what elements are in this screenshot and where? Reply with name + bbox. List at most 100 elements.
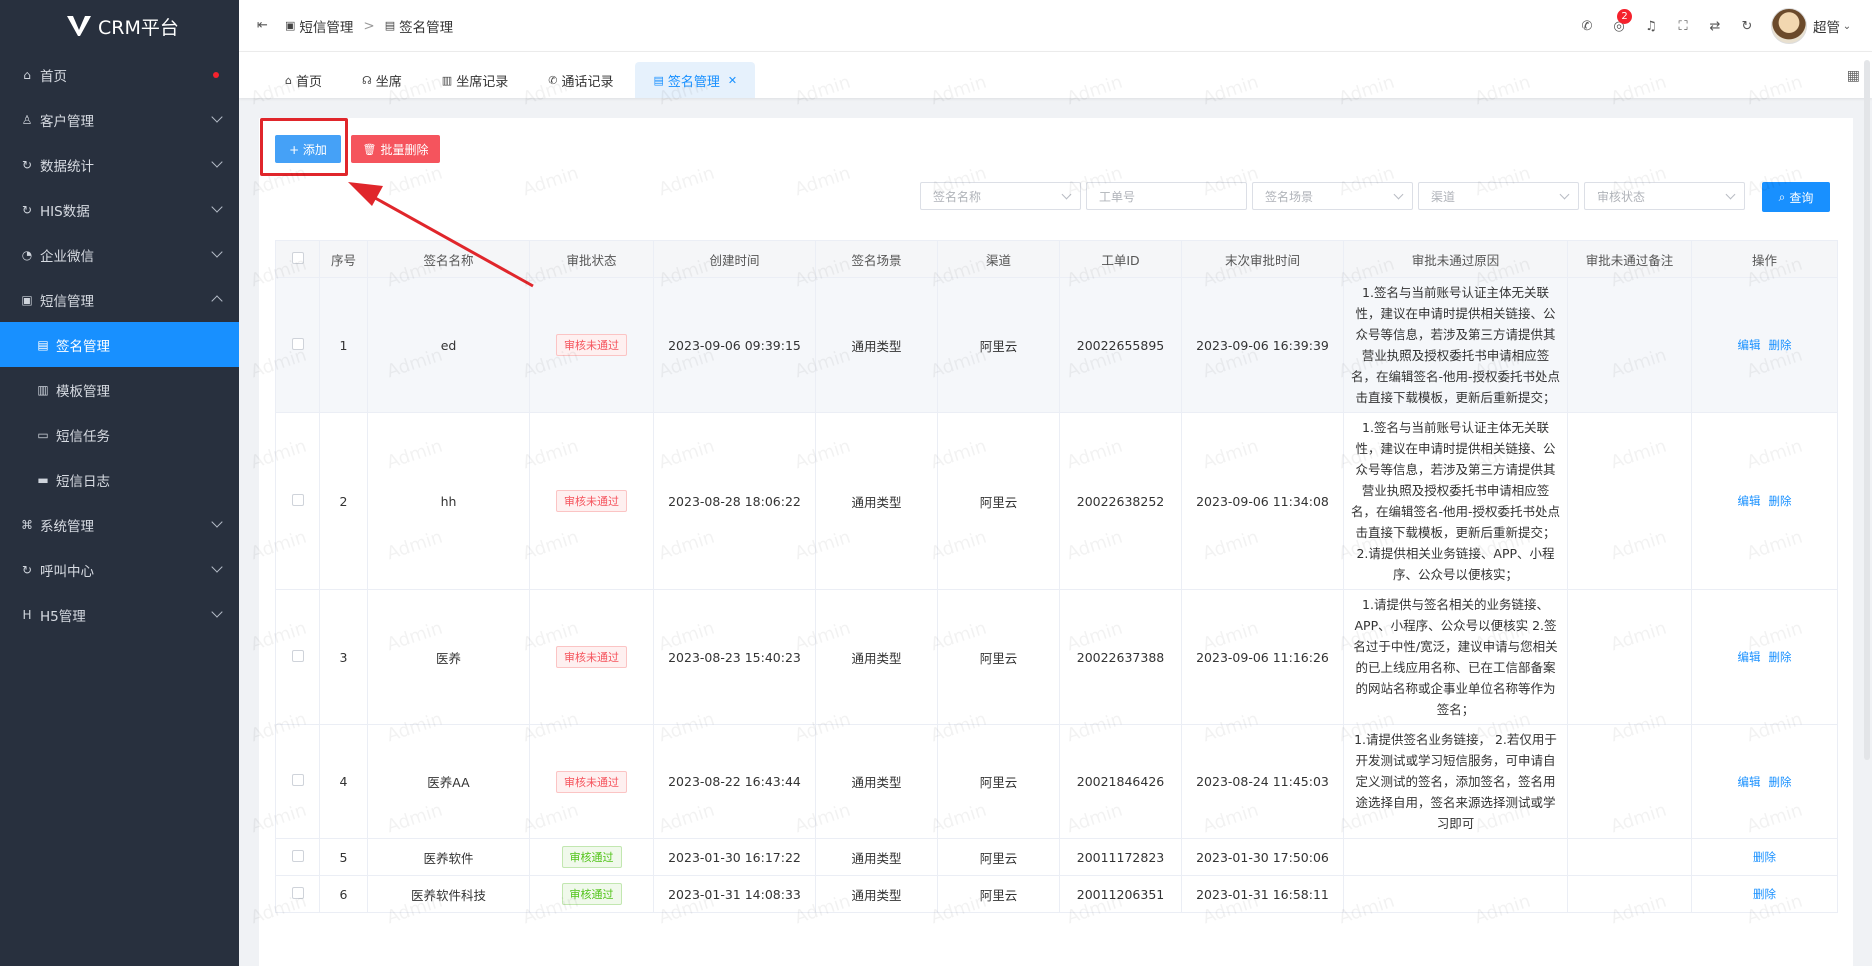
- row-index: 5: [339, 849, 348, 865]
- created-time: 2023-08-22 16:43:44: [668, 774, 801, 789]
- row-checkbox[interactable]: [291, 493, 304, 506]
- checkbox-cell: [275, 412, 320, 590]
- signature-name-select[interactable]: 签名名称: [920, 182, 1081, 210]
- fullscreen-icon[interactable]: ⛶: [1667, 19, 1699, 34]
- tab-label: 坐席记录: [456, 74, 509, 90]
- delete-link[interactable]: 删除: [1769, 494, 1792, 508]
- column-header: 签名场景: [815, 240, 938, 278]
- placeholder: 审核状态: [1597, 189, 1646, 204]
- sidebar-item[interactable]: ⌘ 系统管理: [0, 502, 239, 547]
- tab-label: 签名管理: [667, 74, 720, 90]
- delete-link[interactable]: 删除: [1753, 887, 1776, 901]
- delete-link[interactable]: 删除: [1769, 775, 1792, 789]
- reason-cell: 1.请提供与签名相关的业务链接、APP、小程序、公众号以便核实 2.签名过于中性…: [1343, 589, 1568, 725]
- actions-cell: 删除: [1691, 838, 1838, 876]
- sidebar-item[interactable]: H H5管理: [0, 592, 239, 637]
- app-logo[interactable]: CRM平台: [0, 0, 239, 52]
- chevron-up-icon: [211, 295, 223, 307]
- reason-cell: [1343, 838, 1568, 876]
- edit-link[interactable]: 编辑: [1738, 338, 1761, 352]
- sidebar-item[interactable]: ◔ 企业微信: [0, 232, 239, 277]
- batch-delete-button[interactable]: 🗑 批量删除: [351, 135, 440, 163]
- column-header: 序号: [319, 240, 368, 278]
- channel-select[interactable]: 渠道: [1418, 182, 1579, 210]
- page-scrollbar[interactable]: [1864, 60, 1870, 760]
- sidebar-item[interactable]: ▣ 短信管理: [0, 277, 239, 322]
- sidebar-item[interactable]: ↻ HIS数据: [0, 187, 239, 232]
- name-cell: 医养软件: [367, 838, 530, 876]
- avatar[interactable]: [1771, 8, 1807, 44]
- reason-cell: 1.签名与当前账号认证主体无关联性，建议在申请时提供相关链接、公众号等信息，若涉…: [1343, 277, 1568, 413]
- breadcrumb-item[interactable]: 短信管理: [299, 16, 353, 36]
- signature-scene: 通用类型: [851, 650, 902, 666]
- sidebar-item[interactable]: ▤ 签名管理: [0, 322, 239, 367]
- created-time: 2023-08-23 15:40:23: [668, 649, 801, 665]
- table-row[interactable]: 3 医养 审核未通过 2023-08-23 15:40:23 通用类型 阿里云 200226…: [275, 589, 1838, 725]
- row-checkbox[interactable]: [291, 337, 304, 350]
- chevron-down-icon[interactable]: ⌄: [1840, 21, 1854, 32]
- name-cell: hh: [367, 412, 530, 590]
- username[interactable]: 超管: [1813, 16, 1840, 36]
- refresh-icon[interactable]: ↻: [1731, 19, 1763, 34]
- status-badge: 审核通过: [561, 846, 622, 868]
- ticket-cell: 20011172823: [1059, 838, 1182, 876]
- sidebar-item-label: 客户管理: [40, 113, 94, 130]
- remark-cell: [1567, 277, 1692, 413]
- notification-icon[interactable]: ◎ 2: [1603, 8, 1635, 34]
- row-checkbox[interactable]: [291, 774, 304, 786]
- signature-table: 序号 签名名称 审批状态 创建时间 签名场景 渠道 工单ID 末次审批时间 审批…: [275, 240, 1838, 913]
- edit-link[interactable]: 编辑: [1738, 494, 1761, 508]
- phone-icon[interactable]: ✆: [1571, 19, 1603, 34]
- sidebar-item[interactable]: ♙ 客户管理: [0, 97, 239, 142]
- sidebar-item[interactable]: ↻ 数据统计: [0, 142, 239, 187]
- sidebar-item[interactable]: ↻ 呼叫中心: [0, 547, 239, 592]
- tab-signature-management[interactable]: ▤ 签名管理 ✕: [635, 62, 756, 98]
- tab-agent-records[interactable]: ▥ 坐席记录: [424, 62, 526, 98]
- logo-icon: [66, 14, 92, 38]
- channel: 阿里云: [979, 775, 1018, 790]
- breadcrumb: ▣ 短信管理 > ▤ 签名管理: [285, 16, 453, 36]
- signature-scene: 通用类型: [851, 494, 902, 510]
- ticket-id: 20011172823: [1076, 849, 1165, 865]
- table-row[interactable]: 1 ed 审核未通过 2023-09-06 09:39:15 通用类型 阿里云 200226…: [275, 277, 1838, 413]
- table-row[interactable]: 5 医养软件 审核通过 2023-01-30 16:17:22 通用类型 阿里云 20011…: [275, 838, 1838, 876]
- checkbox-cell: [275, 724, 320, 839]
- checkbox-cell: [275, 838, 320, 876]
- delete-link[interactable]: 删除: [1753, 850, 1776, 864]
- translate-icon[interactable]: ⇄: [1699, 19, 1731, 34]
- edit-link[interactable]: 编辑: [1738, 775, 1761, 789]
- sidebar: CRM平台 ⌂ 首页 ♙ 客户管理 ↻ 数据统计 ↻ HIS数据 ◔ 企业微信 ▣ 短信管理 ▤ 签名管理…: [0, 0, 239, 966]
- delete-link[interactable]: 删除: [1769, 338, 1792, 352]
- table-row[interactable]: 4 医养AA 审核未通过 2023-08-22 16:43:44 通用类型 阿里云 2002…: [275, 724, 1838, 839]
- sidebar-item-label: 签名管理: [56, 338, 110, 355]
- row-checkbox[interactable]: [291, 849, 304, 862]
- sidebar-item[interactable]: ▥ 模板管理: [0, 367, 239, 412]
- h5-icon: H: [22, 607, 32, 622]
- menu-fold-icon[interactable]: ⇤: [257, 18, 271, 33]
- signature-name: 医养软件科技: [410, 887, 486, 903]
- actions-cell: 删除: [1691, 875, 1838, 913]
- grid-icon[interactable]: ▦: [1847, 68, 1860, 84]
- signature-scene: 通用类型: [851, 338, 902, 354]
- bell-icon[interactable]: ♫: [1635, 19, 1667, 34]
- delete-link[interactable]: 删除: [1769, 650, 1792, 664]
- query-button[interactable]: ⌕ 查询: [1762, 182, 1830, 212]
- tab-home[interactable]: ⌂ 首页: [267, 62, 340, 98]
- checkbox-cell: [275, 875, 320, 913]
- tab-call-records[interactable]: ✆ 通话记录: [530, 62, 631, 98]
- edit-link[interactable]: 编辑: [1738, 650, 1761, 664]
- ticket-no-input[interactable]: 工单号: [1086, 182, 1247, 210]
- scene-select[interactable]: 签名场景: [1252, 182, 1413, 210]
- sidebar-item[interactable]: ⌂ 首页: [0, 52, 239, 97]
- sidebar-item[interactable]: ▭ 短信任务: [0, 412, 239, 457]
- table-row[interactable]: 2 hh 审核未通过 2023-08-28 18:06:22 通用类型 阿里云 200226…: [275, 412, 1838, 590]
- row-checkbox[interactable]: [291, 649, 304, 662]
- status-cell: 审核未通过: [529, 277, 654, 413]
- sidebar-item[interactable]: ▬ 短信日志: [0, 457, 239, 502]
- table-row[interactable]: 6 医养软件科技 审核通过 2023-01-31 14:08:33 通用类型 阿里云 200…: [275, 875, 1838, 913]
- close-icon[interactable]: ✕: [728, 74, 737, 87]
- select-all-checkbox[interactable]: [291, 251, 304, 264]
- audit-status-select[interactable]: 审核状态: [1584, 182, 1745, 210]
- row-checkbox[interactable]: [291, 886, 304, 899]
- tab-agent[interactable]: ☊ 坐席: [344, 62, 420, 98]
